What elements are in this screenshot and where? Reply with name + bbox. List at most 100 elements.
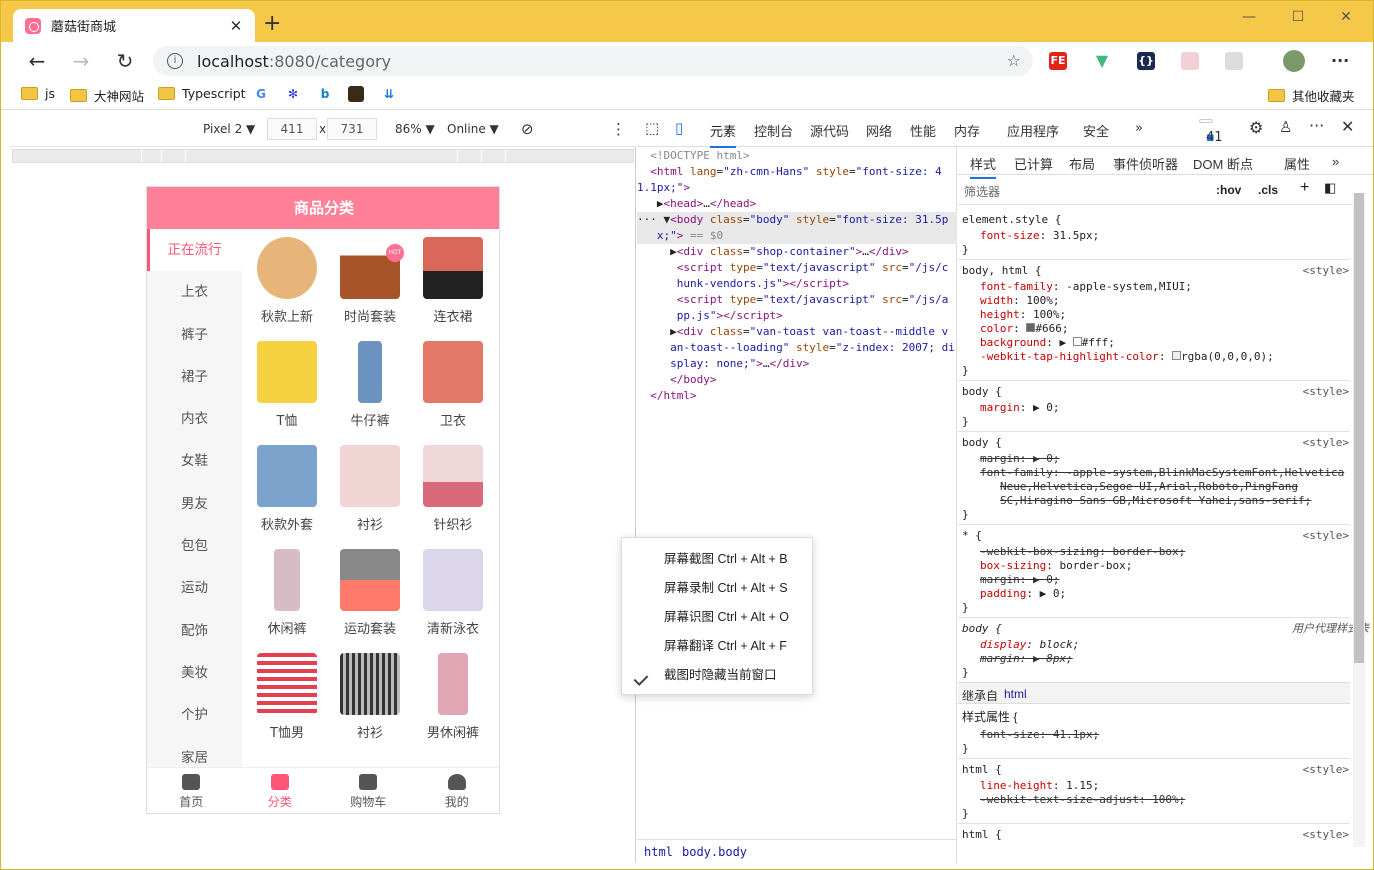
dom-line[interactable]: </html> bbox=[637, 388, 957, 404]
product-item[interactable]: T恤男 bbox=[247, 653, 327, 753]
bookmark-download[interactable]: ⇊ bbox=[381, 86, 401, 102]
product-item[interactable]: 清新泳衣 bbox=[413, 549, 493, 649]
dom-line[interactable]: <html lang="zh-cmn-Hans" style="font-siz… bbox=[637, 164, 957, 180]
dom-line[interactable]: <script type="text/javascript" src="/js/… bbox=[637, 260, 957, 276]
dom-line[interactable]: ▶<div class="van-toast van-toast--middle… bbox=[637, 324, 957, 340]
crumb-body[interactable]: body.body bbox=[682, 845, 747, 859]
style-decl[interactable]: font-family: -apple-system,MIUI; bbox=[980, 280, 1192, 294]
category-item[interactable]: 裙子 bbox=[147, 356, 242, 398]
close-window-icon[interactable]: ✕ bbox=[1326, 9, 1366, 25]
close-tab-icon[interactable]: ✕ bbox=[227, 17, 245, 35]
product-item[interactable]: 衬衫 bbox=[330, 445, 410, 545]
reload-icon[interactable]: ↻ bbox=[111, 49, 139, 73]
bookmark-js[interactable]: js bbox=[21, 86, 55, 101]
product-item[interactable]: 连衣裙 bbox=[413, 237, 493, 337]
color-swatch[interactable] bbox=[1026, 323, 1036, 332]
url-text[interactable]: localhost:8080/category bbox=[197, 52, 391, 71]
vue-devtools-icon[interactable]: ▼ bbox=[1093, 52, 1111, 70]
extension-icon[interactable] bbox=[1225, 52, 1243, 70]
rotate-icon[interactable]: ⊘ bbox=[521, 120, 534, 138]
style-source[interactable]: <style> bbox=[1303, 264, 1349, 278]
tab-event-listeners[interactable]: 事件侦听器 bbox=[1113, 154, 1178, 173]
dom-line[interactable]: </body> bbox=[637, 372, 957, 388]
product-item[interactable]: 男休闲裤 bbox=[413, 653, 493, 753]
scrollbar-thumb[interactable] bbox=[1354, 193, 1364, 663]
style-decl[interactable]: padding: ▶ 0; bbox=[980, 587, 1066, 601]
devtools-more-icon[interactable]: ··· bbox=[1309, 116, 1324, 135]
style-rule[interactable]: body, html { bbox=[962, 264, 1041, 278]
menu-item-screenshot[interactable]: 屏幕截图 Ctrl + Alt + B bbox=[664, 545, 788, 574]
profile-avatar[interactable] bbox=[1283, 50, 1305, 72]
tab-elements[interactable]: 元素 bbox=[710, 121, 737, 148]
style-decl-overridden[interactable]: font-size: 41.1px; bbox=[980, 728, 1099, 742]
dom-line-selected[interactable]: ··· ▼<body class="body" style="font-size… bbox=[637, 212, 957, 228]
style-attr-rule[interactable]: 样式属性 { bbox=[962, 710, 1017, 724]
customize-icon[interactable]: ♙ bbox=[1279, 118, 1292, 136]
tab-security[interactable]: 安全 bbox=[1083, 121, 1109, 140]
style-decl-overridden[interactable]: -webkit-text-size-adjust: 100%; bbox=[980, 793, 1185, 807]
bookmark-google[interactable]: G bbox=[253, 86, 273, 102]
menu-item-screen-recognize[interactable]: 屏幕识图 Ctrl + Alt + O bbox=[664, 603, 789, 632]
fe-extension-icon[interactable]: FE bbox=[1049, 52, 1067, 70]
minimize-icon[interactable]: — bbox=[1229, 9, 1269, 25]
tab-category[interactable]: 分类 bbox=[236, 768, 325, 813]
dom-line[interactable]: 1.1px;"> bbox=[637, 180, 957, 196]
dom-line[interactable]: hunk-vendors.js"></script> bbox=[637, 276, 957, 292]
style-rule[interactable]: body { bbox=[962, 622, 1002, 636]
tab-sources[interactable]: 源代码 bbox=[810, 121, 849, 140]
style-decl-overridden[interactable]: margin: ▶ 0; bbox=[980, 452, 1059, 466]
inherited-link[interactable]: html bbox=[1004, 687, 1027, 701]
more-menu-icon[interactable]: ··· bbox=[1331, 52, 1349, 70]
style-decl-overridden[interactable]: font-family: -apple-system,BlinkMacSyste… bbox=[980, 466, 1344, 480]
zoom-select[interactable]: 86% ▼ bbox=[395, 122, 435, 136]
style-source[interactable]: <style> bbox=[1303, 529, 1349, 543]
style-decl[interactable]: width: 100%; bbox=[980, 294, 1059, 308]
height-input[interactable]: 731 bbox=[327, 118, 377, 140]
style-source[interactable]: <style> bbox=[1303, 828, 1349, 842]
browser-tab[interactable]: 蘑菇街商城 ✕ bbox=[13, 9, 255, 42]
add-rule-icon[interactable]: + bbox=[1300, 179, 1309, 197]
dom-line-selected[interactable]: x;"> == $0 bbox=[637, 228, 957, 244]
color-swatch[interactable] bbox=[1172, 351, 1182, 360]
style-rule[interactable]: html { bbox=[962, 828, 1002, 842]
more-tabs-icon[interactable]: » bbox=[1135, 121, 1143, 136]
product-item[interactable]: 运动套装 bbox=[330, 549, 410, 649]
product-item[interactable]: 牛仔裤 bbox=[330, 341, 410, 441]
inspect-icon[interactable]: ⬚ bbox=[645, 119, 659, 137]
bookmark-dashen[interactable]: 大神网站 bbox=[70, 86, 144, 105]
product-item[interactable]: 秋款外套 bbox=[247, 445, 327, 545]
dom-line[interactable]: ▶<div class="shop-container">…</div> bbox=[637, 244, 957, 260]
product-item[interactable]: 针织衫 bbox=[413, 445, 493, 545]
dom-line[interactable]: <script type="text/javascript" src="/js/… bbox=[637, 292, 957, 308]
width-input[interactable]: 411 bbox=[267, 118, 317, 140]
tab-computed[interactable]: 已计算 bbox=[1014, 154, 1053, 173]
menu-item-screen-translate[interactable]: 屏幕翻译 Ctrl + Alt + F bbox=[664, 632, 787, 661]
category-item[interactable]: 上衣 bbox=[147, 271, 242, 313]
favorite-star-icon[interactable]: ☆ bbox=[1007, 51, 1021, 70]
product-item[interactable]: T恤 bbox=[247, 341, 327, 441]
bookmark-bing[interactable]: b bbox=[317, 86, 337, 102]
style-rule[interactable]: * { bbox=[962, 529, 982, 543]
dom-line[interactable]: <!DOCTYPE html> bbox=[637, 148, 957, 164]
tab-properties[interactable]: 属性 bbox=[1284, 154, 1310, 173]
style-decl-overridden[interactable]: -webkit-box-sizing: border-box; bbox=[980, 545, 1185, 559]
crumb-html[interactable]: html bbox=[644, 845, 673, 859]
new-tab-icon[interactable]: + bbox=[263, 13, 281, 35]
style-decl[interactable]: background: ▶ #fff; bbox=[980, 336, 1115, 350]
dom-line[interactable]: an-toast--loading" style="z-index: 2007;… bbox=[637, 340, 957, 356]
json-extension-icon[interactable]: {} bbox=[1137, 52, 1155, 70]
style-decl[interactable]: font-size: 31.5px; bbox=[980, 229, 1099, 243]
filter-input[interactable]: 筛选器 bbox=[964, 183, 1000, 200]
other-bookmarks[interactable]: 其他收藏夹 bbox=[1268, 86, 1355, 105]
hov-toggle[interactable]: :hov bbox=[1216, 183, 1241, 197]
tab-console[interactable]: 控制台 bbox=[754, 121, 793, 140]
tab-cart[interactable]: 购物车 bbox=[324, 768, 413, 813]
category-item[interactable]: 配饰 bbox=[147, 610, 242, 652]
network-select[interactable]: Online ▼ bbox=[447, 122, 499, 136]
screenshot-extension-icon[interactable] bbox=[1181, 52, 1199, 70]
style-decl[interactable]: margin: ▶ 0; bbox=[980, 401, 1060, 415]
settings-gear-icon[interactable]: ⚙ bbox=[1249, 118, 1263, 137]
product-item[interactable]: 衬衫 bbox=[330, 653, 410, 753]
style-decl[interactable]: box-sizing: border-box; bbox=[980, 559, 1132, 573]
issues-badge[interactable]: ▪ 41 bbox=[1199, 119, 1223, 145]
